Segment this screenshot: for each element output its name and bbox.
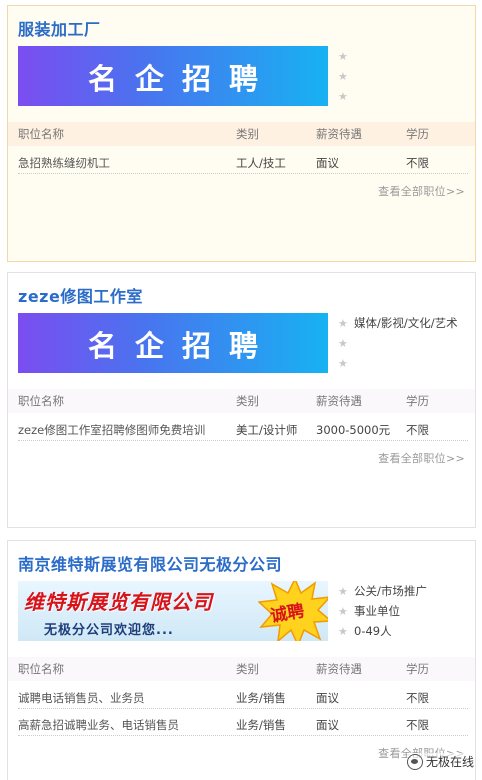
job-salary: 面议 — [316, 691, 339, 705]
star-icon: ★ — [338, 624, 348, 638]
table-row[interactable]: 急招熟练缝纫机工 工人/技工 面议 不限 — [18, 148, 468, 174]
company-name-link[interactable]: zeze修图工作室 — [18, 283, 143, 307]
job-category: 业务/销售 — [236, 718, 286, 732]
star-icon: ★ — [338, 316, 348, 330]
company-banner[interactable]: 名企招聘 — [18, 46, 328, 106]
table-header: 职位名称 类别 薪资待遇 学历 — [8, 122, 475, 146]
job-title-link[interactable]: 诚聘电话销售员、业务员 — [18, 690, 228, 706]
star-icon: ★ — [338, 356, 348, 370]
job-title-link[interactable]: zeze修图工作室招聘修图师免费培训 — [18, 422, 228, 438]
banner-title: 维特斯展览有限公司 — [24, 590, 213, 614]
job-salary: 3000-5000元 — [316, 423, 391, 437]
star-icon: ★ — [338, 336, 348, 350]
header-category: 类别 — [236, 394, 259, 408]
watermark-text: 无极在线 — [425, 755, 474, 769]
company-name-link[interactable]: 服装加工厂 — [18, 16, 101, 40]
header-category: 类别 — [236, 127, 259, 141]
job-education: 不限 — [406, 718, 429, 732]
view-all-jobs-link[interactable]: 查看全部职位>> — [378, 183, 465, 199]
star-icon: ★ — [338, 49, 348, 63]
job-category: 业务/销售 — [236, 691, 286, 705]
company-card: 南京维特斯展览有限公司无极分公司 维特斯展览有限公司 无极分公司欢迎您... 诚… — [7, 540, 476, 780]
watermark: 无极在线 — [406, 753, 474, 770]
company-tags: ★ 公关/市场推广 ★ 事业单位 ★ 0-49人 — [338, 581, 473, 641]
job-education: 不限 — [406, 423, 429, 437]
table-header: 职位名称 类别 薪资待遇 学历 — [8, 389, 475, 413]
tag-industry: 公关/市场推广 — [354, 584, 427, 598]
hiring-burst-badge: 诚聘 — [258, 581, 328, 641]
star-icon: ★ — [338, 69, 348, 83]
header-title: 职位名称 — [18, 394, 64, 408]
header-education: 学历 — [406, 394, 429, 408]
star-icon: ★ — [338, 584, 348, 598]
job-education: 不限 — [406, 691, 429, 705]
banner-subtitle: 无极分公司欢迎您... — [44, 623, 174, 638]
wechat-icon — [406, 753, 423, 770]
job-title-link[interactable]: 急招熟练缝纫机工 — [18, 155, 228, 171]
job-title-link[interactable]: 高薪急招诚聘业务、电话销售员 — [18, 717, 228, 733]
company-name-link[interactable]: 南京维特斯展览有限公司无极分公司 — [18, 551, 282, 575]
header-education: 学历 — [406, 662, 429, 676]
star-icon: ★ — [338, 89, 348, 103]
banner-text: 名企招聘 — [87, 329, 276, 363]
company-tags: ★ 媒体/影视/文化/艺术 ★ ★ — [338, 313, 473, 373]
job-category: 工人/技工 — [236, 156, 286, 170]
header-salary: 薪资待遇 — [316, 127, 362, 141]
banner-text: 名企招聘 — [87, 62, 276, 96]
table-header: 职位名称 类别 薪资待遇 学历 — [8, 657, 475, 681]
company-banner[interactable]: 名企招聘 — [18, 313, 328, 373]
job-category: 美工/设计师 — [236, 423, 298, 437]
header-title: 职位名称 — [18, 127, 64, 141]
job-education: 不限 — [406, 156, 429, 170]
header-salary: 薪资待遇 — [316, 394, 362, 408]
company-card: 服装加工厂 名企招聘 ★ ★ ★ 职位名称 类别 薪资待遇 学历 急招熟练缝纫机… — [7, 5, 476, 262]
tag-company-type: 事业单位 — [354, 604, 400, 618]
star-icon: ★ — [338, 604, 348, 618]
job-salary: 面议 — [316, 718, 339, 732]
company-tags: ★ ★ ★ — [338, 46, 473, 106]
job-salary: 面议 — [316, 156, 339, 170]
header-category: 类别 — [236, 662, 259, 676]
table-row[interactable]: 高薪急招诚聘业务、电话销售员 业务/销售 面议 不限 — [18, 710, 468, 736]
header-education: 学历 — [406, 127, 429, 141]
view-all-jobs-link[interactable]: 查看全部职位>> — [378, 450, 465, 466]
company-banner[interactable]: 维特斯展览有限公司 无极分公司欢迎您... 诚聘 — [18, 581, 328, 641]
tag-industry: 媒体/影视/文化/艺术 — [354, 316, 458, 330]
header-salary: 薪资待遇 — [316, 662, 362, 676]
table-row[interactable]: zeze修图工作室招聘修图师免费培训 美工/设计师 3000-5000元 不限 — [18, 415, 468, 441]
tag-company-size: 0-49人 — [354, 624, 392, 638]
table-row[interactable]: 诚聘电话销售员、业务员 业务/销售 面议 不限 — [18, 683, 468, 709]
header-title: 职位名称 — [18, 662, 64, 676]
company-card: zeze修图工作室 名企招聘 ★ 媒体/影视/文化/艺术 ★ ★ 职位名称 类别 … — [7, 272, 476, 528]
